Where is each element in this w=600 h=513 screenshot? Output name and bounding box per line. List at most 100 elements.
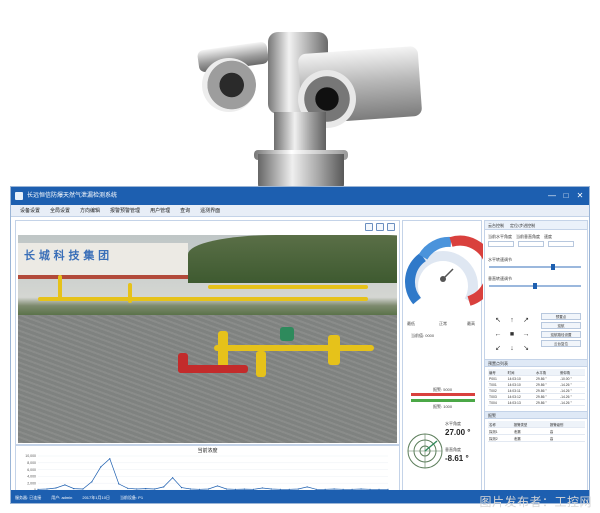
status-item: 当前设备: P1 — [119, 495, 144, 500]
video-panel: 长 城 科 技 集 团 — [15, 220, 400, 445]
cell: 探测1 — [488, 427, 513, 435]
watermark: 图片发布者：工控网 — [479, 495, 592, 509]
table-row[interactable]: 探测1 泄漏 高 — [488, 427, 585, 435]
app-icon — [15, 192, 23, 200]
gauge-low-label: 最低 — [407, 321, 415, 326]
video-ground — [18, 315, 397, 443]
data-point — [216, 485, 219, 487]
tilt-speed-slider[interactable] — [489, 283, 581, 289]
title-bar: 长远恒信防爆天然气泄漏检测系统 — □ ✕ — [11, 187, 589, 205]
arrow-left-icon[interactable]: ← — [491, 328, 505, 342]
cruise-path-button[interactable]: 巡航路径设置 — [541, 331, 581, 338]
pipe — [214, 345, 374, 351]
pipe — [328, 335, 340, 365]
alarm-table: 名称 报警类型 报警级别 探测1 泄漏 高 探测2 泄漏 高 — [488, 421, 585, 442]
video-toolbar — [16, 221, 399, 233]
status-item: 服务器: 已连接 — [15, 495, 42, 500]
field-label-tilt: 当前垂直角度 — [516, 234, 540, 239]
y-tick-label: 8,000 — [27, 461, 36, 465]
tab-position-control[interactable]: 定位/步进控制 — [510, 221, 535, 229]
maximize-button[interactable]: □ — [559, 187, 573, 205]
tilt-speed-row: 垂直转速调节 — [488, 276, 512, 282]
threshold-low-label: 报警: 1000 — [433, 404, 453, 409]
tilt-speed-label: 垂直转速调节 — [488, 276, 512, 281]
video-building: 长 城 科 技 集 团 — [18, 243, 188, 279]
pan-speed-knob[interactable] — [551, 264, 555, 270]
status-item: 2017年1月10日 — [82, 495, 110, 500]
ptz-reset-button[interactable]: 云台复位 — [541, 340, 581, 347]
cell: 高 — [548, 434, 585, 442]
menu-alarm-management[interactable]: 报警预警管理 — [105, 205, 145, 216]
minimize-button[interactable]: — — [545, 187, 559, 205]
gauge-reading: 当前值: 0000 — [411, 333, 435, 338]
tab-ptz-control[interactable]: 云台控制 — [488, 221, 504, 229]
speed-input[interactable] — [548, 241, 574, 247]
y-tick-label: 4,000 — [27, 475, 36, 479]
data-point — [64, 484, 66, 486]
data-point — [55, 487, 57, 489]
table-row[interactable]: 探测2 泄漏 高 — [488, 434, 585, 442]
table-row[interactable]: T004 14:03:13 29.86 ° -14.26 ° — [488, 399, 585, 406]
pan-speed-slider[interactable] — [489, 264, 581, 270]
preset-button[interactable]: 预置点 — [541, 313, 581, 320]
pipe — [208, 285, 368, 289]
fullscreen-button[interactable] — [387, 223, 395, 231]
menu-device-settings[interactable]: 设备设置 — [15, 205, 45, 216]
cell: 高 — [548, 427, 585, 435]
ptz-control-panel: 云台控制 定位/步进控制 当前水平角度 当前垂直角度 速度 水平转速调节 垂直转… — [484, 220, 588, 502]
video-hill — [188, 235, 397, 283]
snapshot-button[interactable] — [365, 223, 373, 231]
menu-query[interactable]: 查询 — [175, 205, 195, 216]
preset-table: 编号 时间 水平角 俯仰角 P001 14:03:10 29.86 ° -10.… — [488, 369, 585, 406]
cell: 泄漏 — [512, 427, 549, 435]
arrow-down-right-icon[interactable]: ↘ — [519, 342, 533, 356]
tilt-speed-knob[interactable] — [533, 283, 537, 289]
menu-direction-edit[interactable]: 方向编辑 — [75, 205, 105, 216]
alarm-header: 报警 — [485, 411, 587, 419]
arrow-right-icon[interactable]: → — [519, 328, 533, 342]
pan-speed-label: 水平转速调节 — [488, 257, 512, 262]
record-button[interactable] — [376, 223, 384, 231]
data-point — [109, 458, 111, 460]
cell: 泄漏 — [512, 434, 549, 442]
pan-angle-label: 水平角度 — [445, 421, 461, 426]
field-inputs — [488, 241, 574, 247]
data-point — [91, 481, 93, 483]
tilt-angle-input[interactable] — [518, 241, 544, 247]
data-point — [100, 466, 102, 468]
ptz-direction-pad: ↖ ↑ ↗ ← ■ → ↙ ↓ ↘ — [491, 314, 533, 356]
cell: 探测2 — [488, 434, 513, 442]
red-pipe — [178, 365, 248, 373]
preset-header: 预置点列表 — [485, 359, 587, 367]
gauge-svg — [405, 235, 496, 469]
menu-global-settings[interactable]: 全局设置 — [45, 205, 75, 216]
arrow-up-right-icon[interactable]: ↗ — [519, 314, 533, 328]
pan-angle-input[interactable] — [488, 241, 514, 247]
menu-telemetry[interactable]: 遥测界面 — [195, 205, 225, 216]
data-point — [118, 483, 120, 485]
ptz-side-buttons: 预置点 巡航 巡航路径设置 云台复位 — [541, 313, 581, 347]
pan-speed-row: 水平转速调节 — [488, 257, 512, 263]
gauge-high-label: 最高 — [467, 321, 475, 326]
arrow-up-left-icon[interactable]: ↖ — [491, 314, 505, 328]
data-point — [306, 486, 308, 488]
field-labels: 当前水平角度 当前垂直角度 速度 — [488, 234, 552, 240]
stop-icon[interactable]: ■ — [505, 328, 519, 342]
gauge-needle — [442, 268, 454, 280]
arrow-down-left-icon[interactable]: ↙ — [491, 342, 505, 356]
y-tick-label: 6,000 — [27, 468, 36, 472]
arrow-up-icon[interactable]: ↑ — [505, 314, 519, 328]
gauge-mid-label: 正常 — [439, 321, 447, 326]
menu-user-management[interactable]: 用户管理 — [145, 205, 175, 216]
cell: -14.26 ° — [558, 399, 585, 406]
y-tick-label: 10,000 — [25, 454, 36, 458]
tilt-angle-label: 垂直角度 — [445, 447, 461, 452]
close-button[interactable]: ✕ — [573, 187, 587, 205]
camera-video-feed[interactable]: 长 城 科 技 集 团 — [18, 235, 397, 443]
data-point — [127, 487, 129, 489]
cruise-button[interactable]: 巡航 — [541, 322, 581, 329]
data-point — [163, 486, 165, 488]
pipe — [128, 283, 132, 303]
explosion-proof-ptz-camera-image — [190, 28, 430, 198]
arrow-down-icon[interactable]: ↓ — [505, 342, 519, 356]
